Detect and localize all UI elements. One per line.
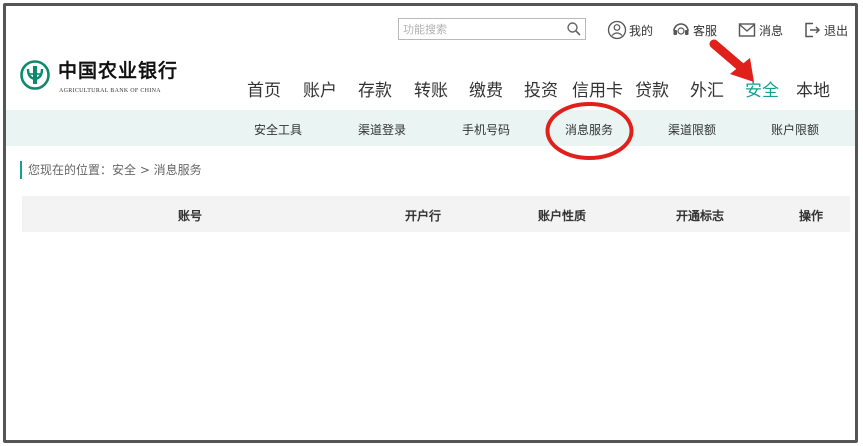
column-header-account-type: 账户性质 xyxy=(538,209,587,223)
mine-label: 我的 xyxy=(629,23,654,38)
service-link[interactable]: 客服 xyxy=(671,20,717,40)
nav-item-payment[interactable]: 缴费 xyxy=(469,76,503,101)
mine-link[interactable]: 我的 xyxy=(607,20,653,40)
breadcrumb: 您现在的位置：安全 > 消息服务 xyxy=(20,161,202,179)
nav-item-account[interactable]: 账户 xyxy=(303,76,337,101)
search-icon[interactable] xyxy=(566,21,582,37)
envelope-icon xyxy=(737,20,757,40)
nav-item-deposit[interactable]: 存款 xyxy=(358,76,392,101)
logout-label: 退出 xyxy=(824,23,849,38)
column-header-activation-flag: 开通标志 xyxy=(676,209,725,223)
nav-item-security[interactable]: 安全 xyxy=(745,76,779,101)
column-header-opening-bank: 开户行 xyxy=(405,209,442,223)
main-nav: 首页 账户 存款 转账 缴费 投资 信用卡 贷款 外汇 安全 本地 xyxy=(6,76,855,102)
service-label: 客服 xyxy=(693,23,718,38)
sub-nav: 安全工具 渠道登录 手机号码 消息服务 渠道限额 账户限额 xyxy=(6,110,855,146)
messages-link[interactable]: 消息 xyxy=(737,20,783,40)
subnav-item-channel-limit[interactable]: 渠道限额 xyxy=(668,121,716,138)
nav-item-credit-card[interactable]: 信用卡 xyxy=(572,76,623,101)
messages-label: 消息 xyxy=(759,23,784,38)
nav-item-investment[interactable]: 投资 xyxy=(524,76,558,101)
nav-item-local[interactable]: 本地 xyxy=(796,76,830,101)
column-header-account-number: 账号 xyxy=(178,209,203,223)
nav-item-forex[interactable]: 外汇 xyxy=(690,76,724,101)
user-icon xyxy=(607,20,627,40)
browser-frame: 我的 客服 消息 xyxy=(3,3,858,443)
logout-link[interactable]: 退出 xyxy=(802,20,848,40)
subnav-item-account-limit[interactable]: 账户限额 xyxy=(771,121,819,138)
column-header-actions: 操作 xyxy=(799,209,824,223)
logout-icon xyxy=(802,20,822,40)
nav-item-home[interactable]: 首页 xyxy=(247,76,281,101)
nav-item-transfer[interactable]: 转账 xyxy=(414,76,448,101)
subnav-item-channel-login[interactable]: 渠道登录 xyxy=(358,121,406,138)
table-header-row: 账号 开户行 账户性质 开通标志 操作 xyxy=(22,196,850,232)
nav-item-loan[interactable]: 贷款 xyxy=(635,76,669,101)
search-box[interactable] xyxy=(398,18,586,40)
search-input[interactable] xyxy=(403,21,553,37)
subnav-item-security-tools[interactable]: 安全工具 xyxy=(254,121,302,138)
headset-icon xyxy=(671,20,691,40)
subnav-item-phone-number[interactable]: 手机号码 xyxy=(462,121,510,138)
red-circle-annotation-icon xyxy=(545,102,634,160)
